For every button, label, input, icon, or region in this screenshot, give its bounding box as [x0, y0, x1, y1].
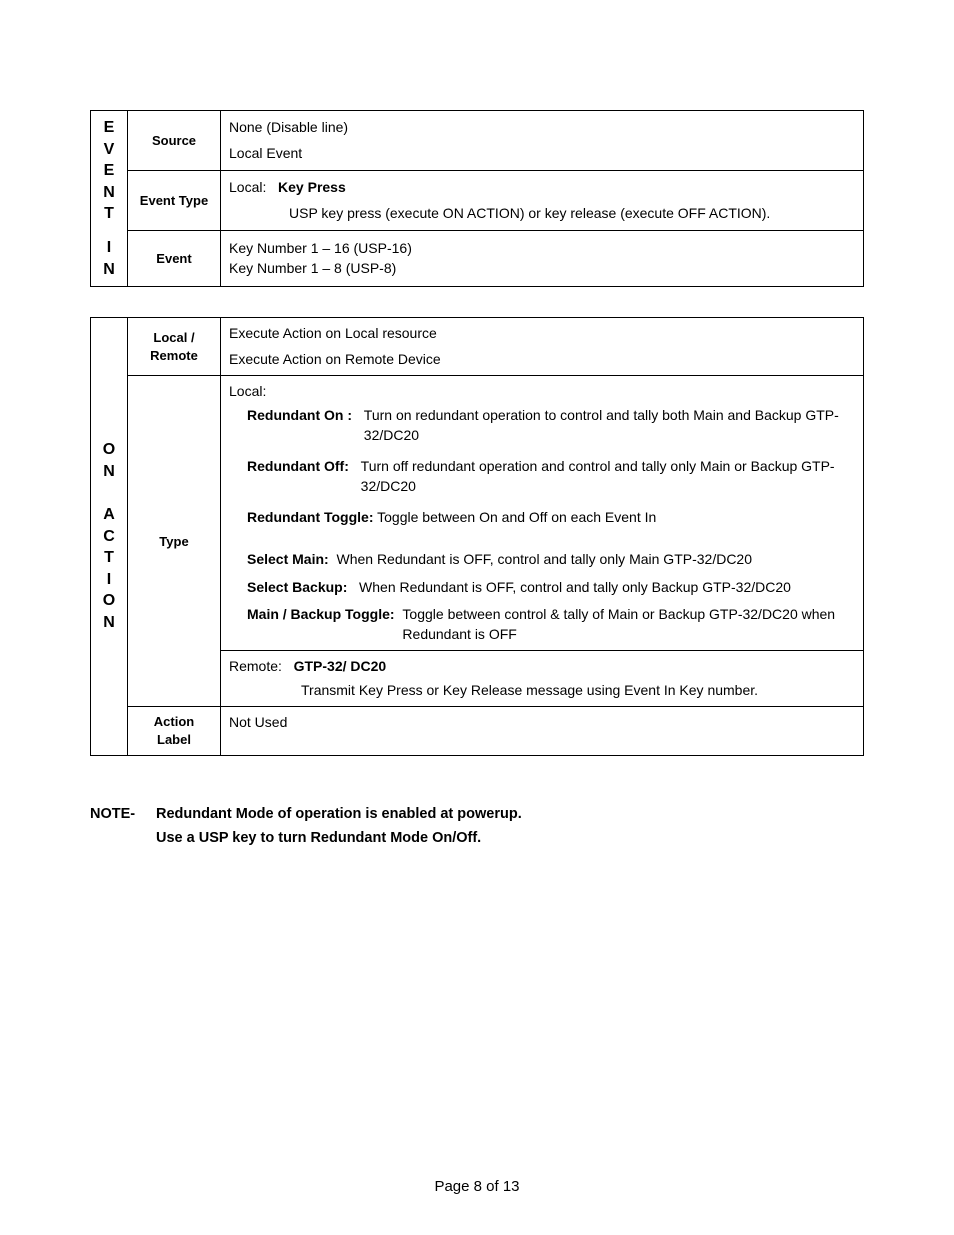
- type-item-5-text: Toggle between control & tally of Main o…: [402, 605, 855, 644]
- type-item-5-bold: Main / Backup Toggle:: [247, 606, 395, 622]
- page-footer: Page 8 of 13: [0, 1178, 954, 1195]
- type-remote-bold: GTP-32/ DC20: [294, 658, 387, 674]
- action-label-label: Action Label: [128, 707, 221, 755]
- source-label: Source: [128, 111, 221, 171]
- type-item-2-bold: Redundant Toggle:: [247, 509, 374, 525]
- type-local-heading: Local:: [229, 382, 855, 402]
- event-type-local-bold: Key Press: [278, 179, 346, 195]
- on-action-side: ON ACTION: [91, 318, 128, 755]
- event-label: Event: [128, 231, 221, 287]
- note-line-1: Redundant Mode of operation is enabled a…: [156, 802, 522, 827]
- type-item-4-bold: Select Backup:: [247, 579, 347, 595]
- note-line-2: Use a USP key to turn Redundant Mode On/…: [156, 826, 481, 851]
- event-type-content: Local: Key Press USP key press (execute …: [221, 171, 864, 231]
- type-item-1-text: Turn off redundant operation and control…: [361, 457, 855, 496]
- type-item-0-text: Turn on redundant operation to control a…: [364, 406, 855, 445]
- lr-line-2: Execute Action on Remote Device: [229, 350, 855, 370]
- type-item-3-bold: Select Main:: [247, 551, 329, 567]
- type-item-0-bold: Redundant On :: [247, 407, 352, 423]
- type-remote-desc: Transmit Key Press or Key Release messag…: [229, 681, 855, 701]
- type-remote-prefix: Remote:: [229, 658, 282, 674]
- source-line-2: Local Event: [229, 144, 855, 164]
- type-item-1-bold: Redundant Off:: [247, 458, 349, 474]
- event-type-desc: USP key press (execute ON ACTION) or key…: [229, 204, 855, 224]
- on-action-table: ON ACTION Local / Remote Execute Action …: [90, 317, 864, 755]
- type-local-content: Local: Redundant On : Turn on redundant …: [221, 376, 864, 651]
- event-line-2: Key Number 1 – 8 (USP-8): [229, 259, 855, 279]
- lr-line-1: Execute Action on Local resource: [229, 324, 855, 344]
- local-remote-content: Execute Action on Local resource Execute…: [221, 318, 864, 376]
- action-label-content: Not Used: [221, 707, 864, 755]
- event-in-side-b: IN: [91, 231, 128, 287]
- event-content: Key Number 1 – 16 (USP-16) Key Number 1 …: [221, 231, 864, 287]
- event-in-side-a: EVENT: [91, 111, 128, 231]
- type-item-3-text: When Redundant is OFF, control and tally…: [336, 551, 752, 567]
- event-line-1: Key Number 1 – 16 (USP-16): [229, 239, 855, 259]
- note-block: NOTE- Redundant Mode of operation is ena…: [90, 802, 864, 851]
- source-line-1: None (Disable line): [229, 118, 855, 138]
- type-item-2-text: Toggle between On and Off on each Event …: [377, 509, 656, 525]
- note-label: NOTE-: [90, 802, 156, 827]
- event-type-label: Event Type: [128, 171, 221, 231]
- event-type-local-prefix: Local:: [229, 179, 266, 195]
- type-item-4-text: When Redundant is OFF, control and tally…: [359, 579, 791, 595]
- local-remote-label: Local / Remote: [128, 318, 221, 376]
- type-remote-content: Remote: GTP-32/ DC20 Transmit Key Press …: [221, 651, 864, 707]
- type-label: Type: [128, 376, 221, 707]
- source-content: None (Disable line) Local Event: [221, 111, 864, 171]
- event-in-table: EVENT Source None (Disable line) Local E…: [90, 110, 864, 287]
